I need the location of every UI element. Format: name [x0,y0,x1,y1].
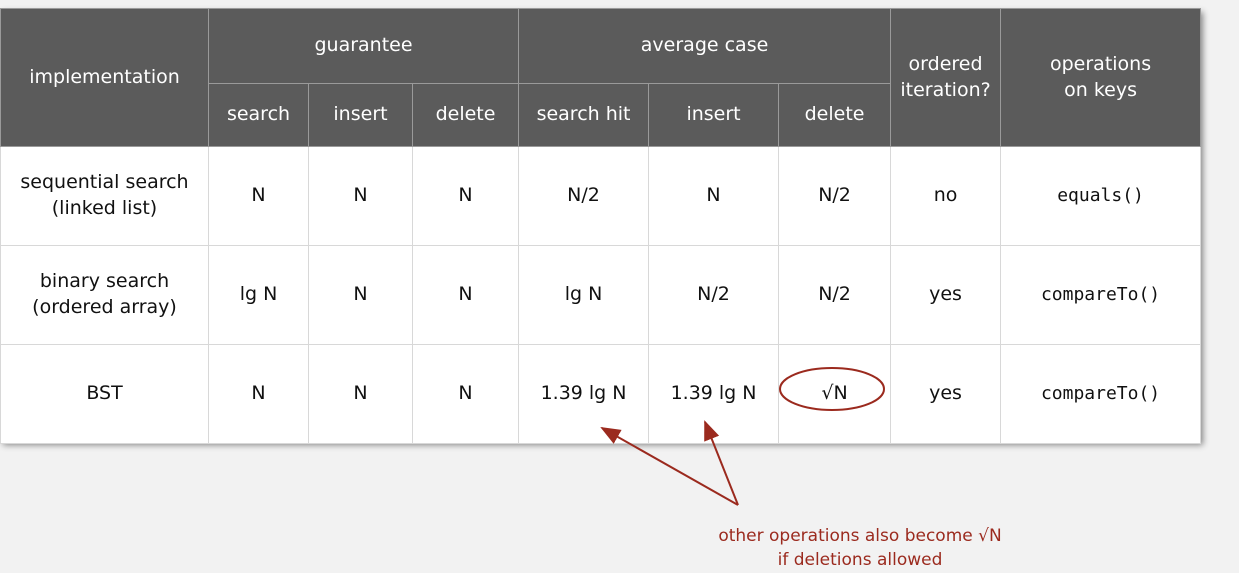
implementation-cell: binary search (ordered array) [0,245,209,345]
header-operations-line-1: operations [1049,52,1152,75]
header-average-case: average case [518,8,892,84]
header-average-insert: insert [648,83,780,147]
header-guarantee-delete: delete [411,83,520,147]
cell-ordered-iteration: yes [890,344,1002,444]
annotation-line-1: other operations also become √N [718,526,1002,546]
table-row-sequential-search: sequential search (linked list) N N N N/… [0,146,1202,246]
cell-guarantee-delete: N [411,146,520,246]
implementation-name: sequential search [20,171,189,194]
annotation-line-2: if deletions allowed [777,549,943,570]
implementation-detail: (ordered array) [32,296,177,318]
implementation-name: binary search [39,270,170,293]
cell-ordered-iteration: no [890,146,1002,246]
cell-guarantee-insert: N [308,245,413,345]
header-ordered-iteration: ordered iteration? [890,8,1002,147]
cell-guarantee-search: lg N [208,245,309,345]
implementation-cell: sequential search (linked list) [0,146,209,246]
header-operations-on-keys: operations on keys [1000,8,1202,147]
cell-guarantee-search: N [208,344,309,444]
cell-guarantee-delete: N [411,344,520,444]
cell-average-delete: √N [778,344,892,444]
cell-average-search-hit: lg N [518,245,650,345]
cell-average-search-hit: N/2 [518,146,650,246]
header-guarantee: guarantee [207,8,520,84]
cell-average-insert: N [648,146,780,246]
cell-operations-on-keys: compareTo() [1000,344,1202,444]
cell-average-insert: N/2 [648,245,780,345]
header-guarantee-insert: insert [308,83,413,147]
cell-operations-on-keys: equals() [1000,146,1202,246]
header-ordered-iteration-line-2: iteration? [900,78,991,101]
cell-average-search-hit: 1.39 lg N [518,344,650,444]
header-implementation: implementation [0,8,209,147]
comparison-table: implementation guarantee average case or… [0,8,1202,444]
cell-operations-on-keys: compareTo() [1000,245,1202,345]
cell-guarantee-insert: N [308,344,413,444]
cell-guarantee-search: N [208,146,309,246]
implementation-name: BST [86,382,123,405]
header-average-delete: delete [778,83,892,147]
cell-ordered-iteration: yes [890,245,1002,345]
cell-guarantee-insert: N [308,146,413,246]
annotation-note: other operations also become √N if delet… [700,525,1020,573]
implementation-cell: BST [0,344,209,444]
header-row-1: implementation guarantee average case or… [0,8,1202,147]
cell-guarantee-delete: N [411,245,520,345]
cell-average-delete: N/2 [778,245,892,345]
table-row-binary-search: binary search (ordered array) lg N N N l… [0,245,1202,345]
header-guarantee-search: search [208,83,309,147]
header-operations-line-2: on keys [1064,78,1137,101]
header-ordered-iteration-line-1: ordered [908,52,983,75]
implementation-detail: (linked list) [51,197,158,219]
cell-average-delete: N/2 [778,146,892,246]
symbol-table-comparison: implementation guarantee average case or… [0,8,1202,444]
header-average-search-hit: search hit [518,83,650,147]
table-row-bst: BST N N N 1.39 lg N 1.39 lg N √N yes com… [0,344,1202,444]
cell-average-insert: 1.39 lg N [648,344,780,444]
